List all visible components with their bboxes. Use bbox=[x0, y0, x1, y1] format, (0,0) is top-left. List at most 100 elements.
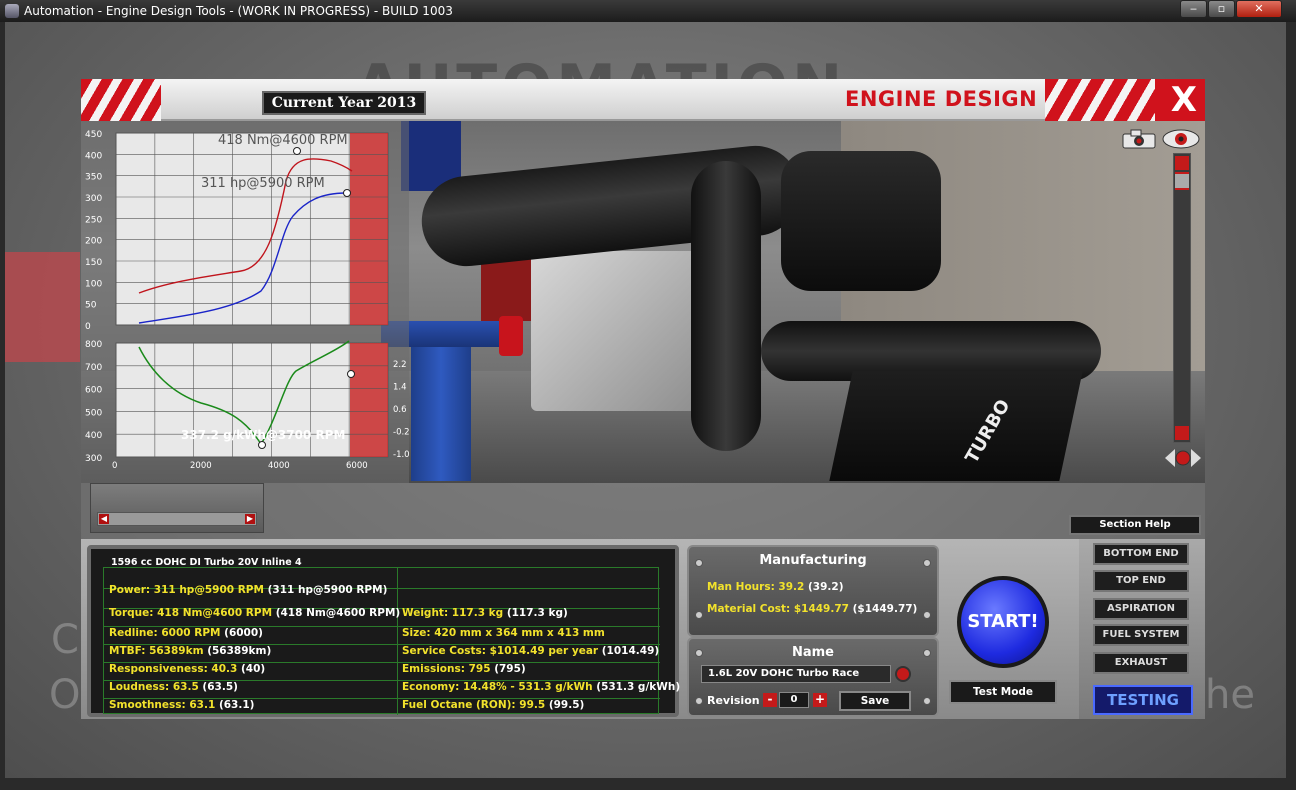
nav-bottom-end[interactable]: BOTTOM END bbox=[1093, 543, 1189, 565]
stat-label: Responsiveness: 40.3 bbox=[109, 663, 238, 675]
y-tick-label: 700 bbox=[85, 363, 102, 373]
revision-increment-button[interactable]: + bbox=[813, 693, 827, 707]
bsfc-graph: 800 700 600 500 400 300 2.2 1.4 0.6 -0.2 -1.0 0 2000… bbox=[85, 340, 410, 471]
minimize-button[interactable]: ‒ bbox=[1180, 0, 1207, 18]
section-help-button[interactable]: Section Help bbox=[1069, 515, 1201, 535]
power-peak-label: 311 hp@5900 RPM bbox=[201, 176, 325, 191]
nav-exhaust[interactable]: EXHAUST bbox=[1093, 652, 1189, 674]
revision-label: Revision bbox=[707, 694, 760, 707]
bolt-icon bbox=[923, 611, 931, 619]
save-button[interactable]: Save bbox=[839, 691, 911, 711]
section-nav: BOTTOM END TOP END ASPIRATION FUEL SYSTE… bbox=[1079, 539, 1205, 719]
torque-peak-marker bbox=[293, 147, 301, 155]
app-icon bbox=[5, 4, 19, 18]
stat-label: MTBF: 56389km bbox=[109, 645, 204, 657]
current-year-display: Current Year 2013 bbox=[262, 91, 426, 115]
stat-label: Service Costs: $1014.49 per year bbox=[402, 645, 599, 657]
stat-row: Loudness: 63.5 (63.5) bbox=[109, 681, 238, 693]
stat-value: (56389km) bbox=[207, 645, 272, 657]
slider-right-arrow-icon[interactable]: ▶ bbox=[245, 514, 255, 524]
right-tick-label: 2.2 bbox=[393, 360, 407, 370]
window-titlebar[interactable]: Automation - Engine Design Tools - (WORK… bbox=[0, 0, 1296, 22]
y-tick-label: 300 bbox=[85, 454, 102, 464]
stat-value: (311 hp@5900 RPM) bbox=[267, 584, 388, 596]
stat-label: Size: 420 mm x 364 mm x 413 mm bbox=[402, 627, 605, 639]
performance-graphs: 450 400 350 300 250 200 150 100 50 0 418 Nm@4600 R… bbox=[81, 121, 410, 483]
nav-testing[interactable]: TESTING bbox=[1093, 685, 1193, 715]
y-tick-label: 100 bbox=[85, 279, 102, 289]
stat-row: Fuel Octane (RON): 99.5 (99.5) bbox=[402, 699, 584, 711]
downpipe bbox=[691, 161, 761, 451]
grid-divider bbox=[397, 568, 398, 715]
mini-slider-track[interactable]: ◀ ▶ bbox=[97, 512, 257, 526]
x-tick-label: 0 bbox=[112, 461, 117, 471]
stat-label: Economy: 14.48% - 531.3 g/kWh bbox=[402, 681, 593, 693]
material-cost-value: ($1449.77) bbox=[852, 603, 918, 615]
revision-decrement-button[interactable]: - bbox=[763, 693, 777, 707]
window-controls: ‒ ▫ ✕ bbox=[1179, 0, 1282, 18]
stat-label: Weight: 117.3 kg bbox=[402, 607, 504, 619]
flywheel-ring bbox=[499, 316, 523, 356]
stat-value: (40) bbox=[241, 663, 266, 675]
stat-row: Service Costs: $1014.49 per year (1014.4… bbox=[402, 645, 659, 657]
revision-value[interactable]: 0 bbox=[779, 692, 809, 708]
scroll-down-arrow-icon[interactable] bbox=[1175, 426, 1189, 440]
nav-aspiration[interactable]: ASPIRATION bbox=[1093, 598, 1189, 620]
engine-name-field[interactable]: 1.6L 20V DOHC Turbo Race bbox=[701, 665, 891, 683]
camera-icon[interactable] bbox=[1121, 129, 1157, 149]
test-mode-button[interactable]: Test Mode bbox=[949, 680, 1057, 704]
stat-value: (63.1) bbox=[218, 699, 255, 711]
zoom-scrollbar[interactable] bbox=[1173, 153, 1191, 443]
y-tick-label: 800 bbox=[85, 340, 102, 350]
background-letters-he: he bbox=[1205, 672, 1255, 718]
close-panel-button[interactable]: X bbox=[1171, 80, 1197, 120]
y-tick-label: 250 bbox=[85, 215, 102, 225]
randomize-name-icon[interactable] bbox=[895, 666, 911, 682]
slider-left-arrow-icon[interactable]: ◀ bbox=[99, 514, 109, 524]
bolt-icon bbox=[695, 611, 703, 619]
stat-row: Emissions: 795 (795) bbox=[402, 663, 526, 675]
top-redline-zone bbox=[350, 133, 388, 325]
x-tick-label: 2000 bbox=[190, 461, 212, 471]
name-panel: Name 1.6L 20V DOHC Turbo Race Revision -… bbox=[687, 637, 939, 717]
nav-top-end[interactable]: TOP END bbox=[1093, 570, 1189, 592]
bottom-panel: 1596 cc DOHC DI Turbo 20V Inline 4 Power… bbox=[81, 539, 1205, 719]
eye-icon[interactable] bbox=[1161, 127, 1201, 151]
bolt-icon bbox=[695, 697, 703, 705]
game-client-area: AUTOMATION C O he Current Year 2013 ENGI… bbox=[5, 22, 1286, 778]
engine-3d-viewport[interactable]: TURBO 450 400 350 300 250 200 150 100 50 0 418 Nm@… bbox=[81, 121, 1205, 483]
window-title: Automation - Engine Design Tools - (WORK… bbox=[24, 4, 453, 18]
stat-value: (795) bbox=[494, 663, 526, 675]
manufacturing-title: Manufacturing bbox=[759, 553, 867, 568]
stat-value: (63.5) bbox=[202, 681, 238, 693]
stat-label: Smoothness: 63.1 bbox=[109, 699, 216, 711]
start-button[interactable]: START! bbox=[957, 576, 1049, 668]
mini-slider-panel: ◀ ▶ bbox=[90, 483, 264, 533]
y-tick-label: 600 bbox=[85, 386, 102, 396]
background-letter-o: O bbox=[49, 672, 81, 718]
stat-value: (1014.49) bbox=[601, 645, 660, 657]
turbo-housing bbox=[781, 151, 941, 291]
right-tick-label: -1.0 bbox=[393, 450, 409, 460]
airbox bbox=[829, 371, 1083, 481]
engine-summary: 1596 cc DOHC DI Turbo 20V Inline 4 bbox=[111, 557, 302, 568]
y-tick-label: 400 bbox=[85, 431, 102, 441]
bolt-icon bbox=[923, 697, 931, 705]
manufacturing-panel: Manufacturing Man Hours: 39.2 (39.2) Mat… bbox=[687, 545, 939, 637]
nav-fuel-system[interactable]: FUEL SYSTEM bbox=[1093, 624, 1189, 646]
maximize-button[interactable]: ▫ bbox=[1208, 0, 1235, 18]
power-peak-marker bbox=[343, 189, 351, 197]
rotate-view-icon[interactable] bbox=[1163, 443, 1203, 473]
y-tick-label: 200 bbox=[85, 237, 102, 247]
right-tick-label: 1.4 bbox=[393, 383, 407, 393]
scroll-thumb[interactable] bbox=[1175, 172, 1189, 190]
scroll-up-arrow-icon[interactable] bbox=[1175, 156, 1189, 170]
stat-label: Redline: 6000 RPM bbox=[109, 627, 221, 639]
stat-row: Power: 311 hp@5900 RPM (311 hp@5900 RPM) bbox=[109, 584, 387, 596]
stat-label: Torque: 418 Nm@4600 RPM bbox=[109, 607, 273, 619]
close-window-button[interactable]: ✕ bbox=[1236, 0, 1282, 18]
right-tick-label: -0.2 bbox=[393, 428, 409, 438]
header-stripes-right bbox=[1045, 79, 1155, 121]
stat-row: Torque: 418 Nm@4600 RPM (418 Nm@4600 RPM… bbox=[109, 607, 400, 619]
y-tick-label: 400 bbox=[85, 151, 102, 161]
